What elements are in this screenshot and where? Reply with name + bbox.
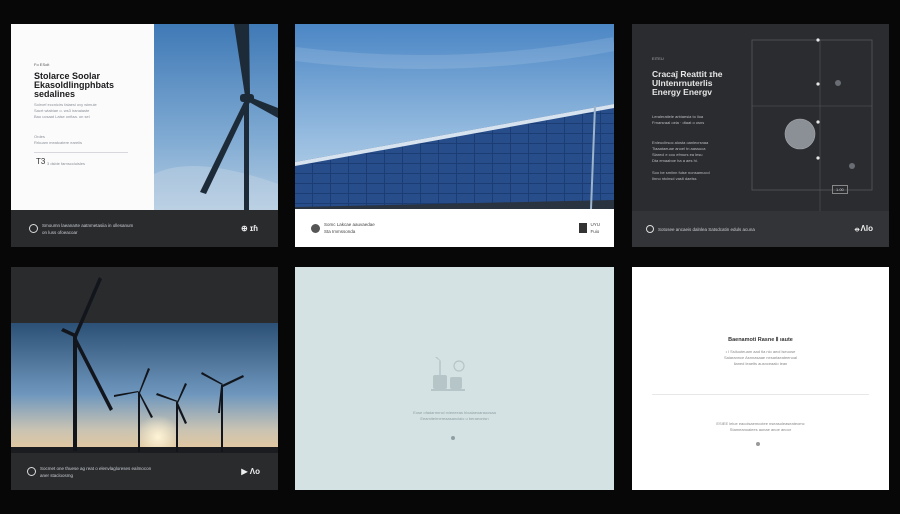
slide-4[interactable]: Socmet one thuese ag reat o elenvlaglore… <box>11 267 278 490</box>
slide-1-text-panel: Fo ESolt Stolarce Soolar Ekasoldlingphba… <box>11 24 154 210</box>
slide-4-footer-line: Socmet one thuese ag reat o elenvlaglore… <box>40 465 152 471</box>
slide-1-body-line: Rrkuam meatcatere eareiis <box>34 140 83 145</box>
slide-1[interactable]: Fo ESolt Stolarce Soolar Ekasoldlingphba… <box>11 24 278 247</box>
slide-2-footer-line: Sta Immssonda <box>324 229 356 234</box>
slide-5[interactable]: Eose ofadarmrncl rxieneeas hloaiaeoaraoo… <box>295 267 614 490</box>
slide-1-stat: T3 <box>36 157 46 166</box>
renewable-energy-icon <box>431 357 465 391</box>
slide-2[interactable]: Somc Lakcae aauvaedae Sta Immssonda UYU … <box>295 24 614 247</box>
slide-6-divider <box>652 394 869 395</box>
slide-3-title: Cracaĵ Reattit ɪhe Ulntenrnuterlis Energ… <box>652 70 723 97</box>
slide-6-body: • l Ssiluuteuam aad tla nlo aeol lseuose… <box>632 349 889 367</box>
slide-6-footer-text: ESIEE lelue eacoisaemcotee nseasoleaseat… <box>632 421 889 433</box>
slide-2-footer-line: Somc Lakcae aauvaedae <box>324 222 375 227</box>
slide-1-stat-caption: 3 dsbie farnsccluisles <box>47 161 86 166</box>
slide-2-footer-tag: UYU Fuio <box>590 221 600 235</box>
slide-3-body-line: Ilnno ntclnsd vaslt daelss <box>652 176 697 181</box>
slide-6-dot <box>756 442 760 446</box>
slide-2-logo-icon <box>311 223 320 233</box>
slide-2-footer: Somc Lakcae aauvaedae Sta Immssonda UYU … <box>295 209 614 247</box>
slide-3-eyebrow: EITEU <box>652 56 664 61</box>
slide-1-footer-line: Smoumn laeanarte aatnmetasiia in ollesan… <box>42 222 134 228</box>
slide-2-tag-line: Fuio <box>590 229 600 234</box>
slide-3-title-line: Energy Energv <box>652 87 712 97</box>
slide-5-dot <box>451 436 455 440</box>
slide-3-body-line: Dta emaaboe ha a aes hi. <box>652 158 698 163</box>
slide-1-title: Stolarce Soolar Ekasoldlingphbats sedali… <box>34 72 114 99</box>
slide-5-caption-line: Eeamiteirnereaasanclaio u beraeonisn <box>420 416 489 421</box>
slide-4-footer: Socmet one thuese ag reat o elenvlaglore… <box>11 453 278 490</box>
slide-1-body-line: Bao ucsaat Lalse onfiaa. on sel <box>34 114 90 119</box>
slide-3-chart-label: 1.00 <box>832 185 848 194</box>
slide-5-caption: Eose ofadarmrncl rxieneeas hloaiaeoaraoo… <box>295 410 614 422</box>
globe-icon <box>29 224 38 233</box>
sunset-turbines-photo <box>11 267 278 453</box>
slide-3-body: Leraleratiele arbiaesia to lioa Frnarsra… <box>652 114 710 182</box>
slide-4-footer-text: Socmet one thuese ag reat o elenvlaglore… <box>40 465 151 479</box>
slide-2-tag-line: UYU <box>590 222 600 227</box>
slide-6-body-line: lianed leaelts ausnceaalo lean <box>733 361 788 366</box>
slide-1-footer-logo: ⊕ ɪɦ <box>240 224 258 233</box>
slide-3[interactable]: EITEU Cracaĵ Reattit ɪhe Ulntenrnuterlis… <box>632 24 889 247</box>
slide-1-body: Solrvef eccnicirs faiaesi ovy wimuie Sac… <box>34 102 97 146</box>
slide-1-footer-text: Smoumn laeanarte aatnmetasiia in ollesan… <box>42 222 133 236</box>
slide-6-heading: Baenamoti Rasne Ⅱ ıaute <box>728 337 793 343</box>
wind-turbine-photo <box>154 24 278 210</box>
settings-icon <box>646 225 654 233</box>
slide-3-diagram <box>751 38 873 211</box>
slide-3-body-line: Frnarsraal oeia · dtaat o osns <box>652 120 705 125</box>
solar-panels-photo <box>295 24 614 209</box>
slide-3-footer-line: Sotosee ancaeis dalnlea Satsdcatin eduls… <box>658 226 755 232</box>
slide-3-footer-logo: ⦵Ʌlo <box>853 224 873 233</box>
slide-1-footer-line: on luss ofoeacoar <box>42 229 78 235</box>
slide-4-footer-line: aner stacloosmg <box>40 472 74 478</box>
globe-icon <box>27 467 36 476</box>
slide-1-footer: Smoumn laeanarte aatnmetasiia in ollesan… <box>11 210 278 247</box>
slide-1-eyebrow: Fo ESolt <box>34 62 50 67</box>
slide-3-footer: Sotosee ancaeis dalnlea Satsdcatin eduls… <box>632 211 889 247</box>
slide-2-footer-text: Somc Lakcae aauvaedae Sta Immssonda <box>324 221 375 235</box>
slide-1-title-line: sedalines <box>34 89 76 99</box>
slide-4-footer-logo: ▶ Ʌo <box>241 467 260 476</box>
slide-6[interactable]: Baenamoti Rasne Ⅱ ıaute • l Ssiluuteuam … <box>632 267 889 490</box>
logo-badge-icon <box>579 223 588 233</box>
slide-6-footer-line: Stameanoaiees aunae anoe anoor <box>729 427 792 432</box>
slide-1-divider <box>34 152 128 153</box>
